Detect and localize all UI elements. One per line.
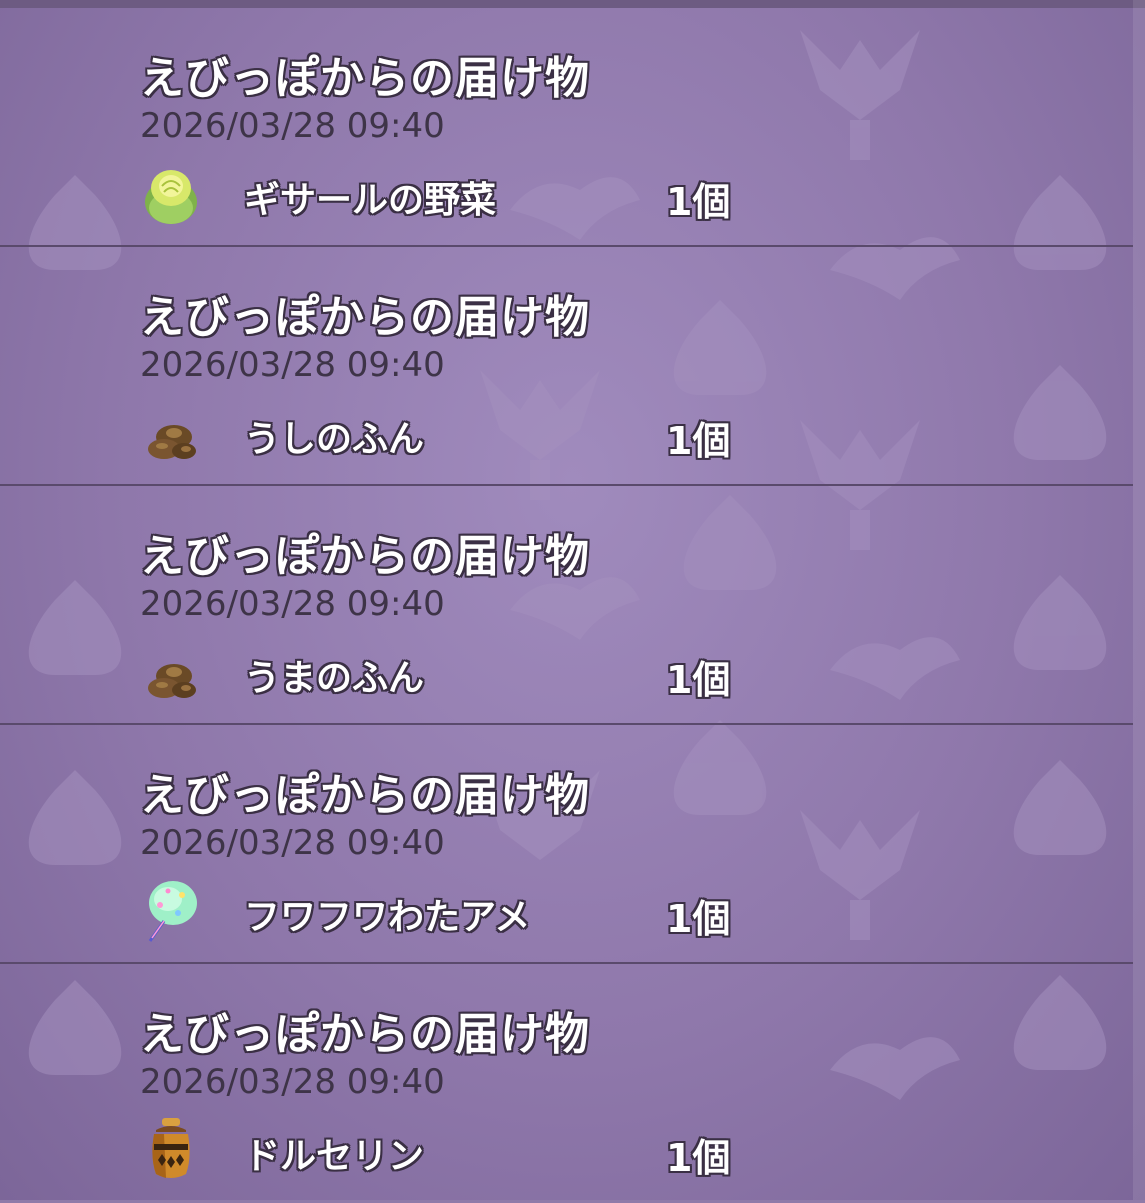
mail-list: えびっぽからの届け物 2026/03/28 09:40 ギサールの野菜 1個 え… xyxy=(0,8,1133,1203)
mail-row[interactable]: えびっぽからの届け物 2026/03/28 09:40 うまのふん 1個 xyxy=(0,486,1133,725)
item-quantity: 1個 xyxy=(666,658,731,702)
mail-title: えびっぽからの届け物 xyxy=(140,53,590,104)
cotton-candy-icon xyxy=(148,881,197,942)
item-quantity: 1個 xyxy=(666,1136,731,1180)
mail-date: 2026/03/28 09:40 xyxy=(140,345,445,385)
cabbage-icon xyxy=(145,170,197,224)
item-name: ドルセリン xyxy=(244,1136,425,1177)
item-quantity: 1個 xyxy=(666,897,731,941)
mail-row[interactable]: えびっぽからの届け物 2026/03/28 09:40 ギサールの野菜 1個 xyxy=(0,8,1133,247)
mail-title: えびっぽからの届け物 xyxy=(140,1009,590,1060)
dung-icon xyxy=(148,664,196,698)
mail-date: 2026/03/28 09:40 xyxy=(140,1062,445,1102)
item-name: ギサールの野菜 xyxy=(244,180,497,221)
mail-title: えびっぽからの届け物 xyxy=(140,531,590,582)
item-quantity: 1個 xyxy=(666,419,731,463)
mail-row[interactable]: えびっぽからの届け物 2026/03/28 09:40 うしのふん 1個 xyxy=(0,247,1133,486)
mail-row[interactable]: えびっぽからの届け物 2026/03/28 09:40 ドルセリン 1個 xyxy=(0,964,1133,1203)
item-quantity: 1個 xyxy=(666,180,731,224)
scrollbar[interactable] xyxy=(1133,0,1145,1200)
item-name: フワフワわたアメ xyxy=(244,897,531,938)
dung-icon xyxy=(148,425,196,459)
top-strip xyxy=(0,0,1145,8)
item-name: うまのふん xyxy=(244,658,425,699)
item-name: うしのふん xyxy=(244,419,425,460)
mail-title: えびっぽからの届け物 xyxy=(140,292,590,343)
mail-date: 2026/03/28 09:40 xyxy=(140,584,445,624)
mail-date: 2026/03/28 09:40 xyxy=(140,106,445,146)
mail-date: 2026/03/28 09:40 xyxy=(140,823,445,863)
mail-row[interactable]: えびっぽからの届け物 2026/03/28 09:40 フワフワわたアメ 1個 xyxy=(0,725,1133,964)
mail-title: えびっぽからの届け物 xyxy=(140,770,590,821)
jar-icon xyxy=(152,1118,190,1178)
